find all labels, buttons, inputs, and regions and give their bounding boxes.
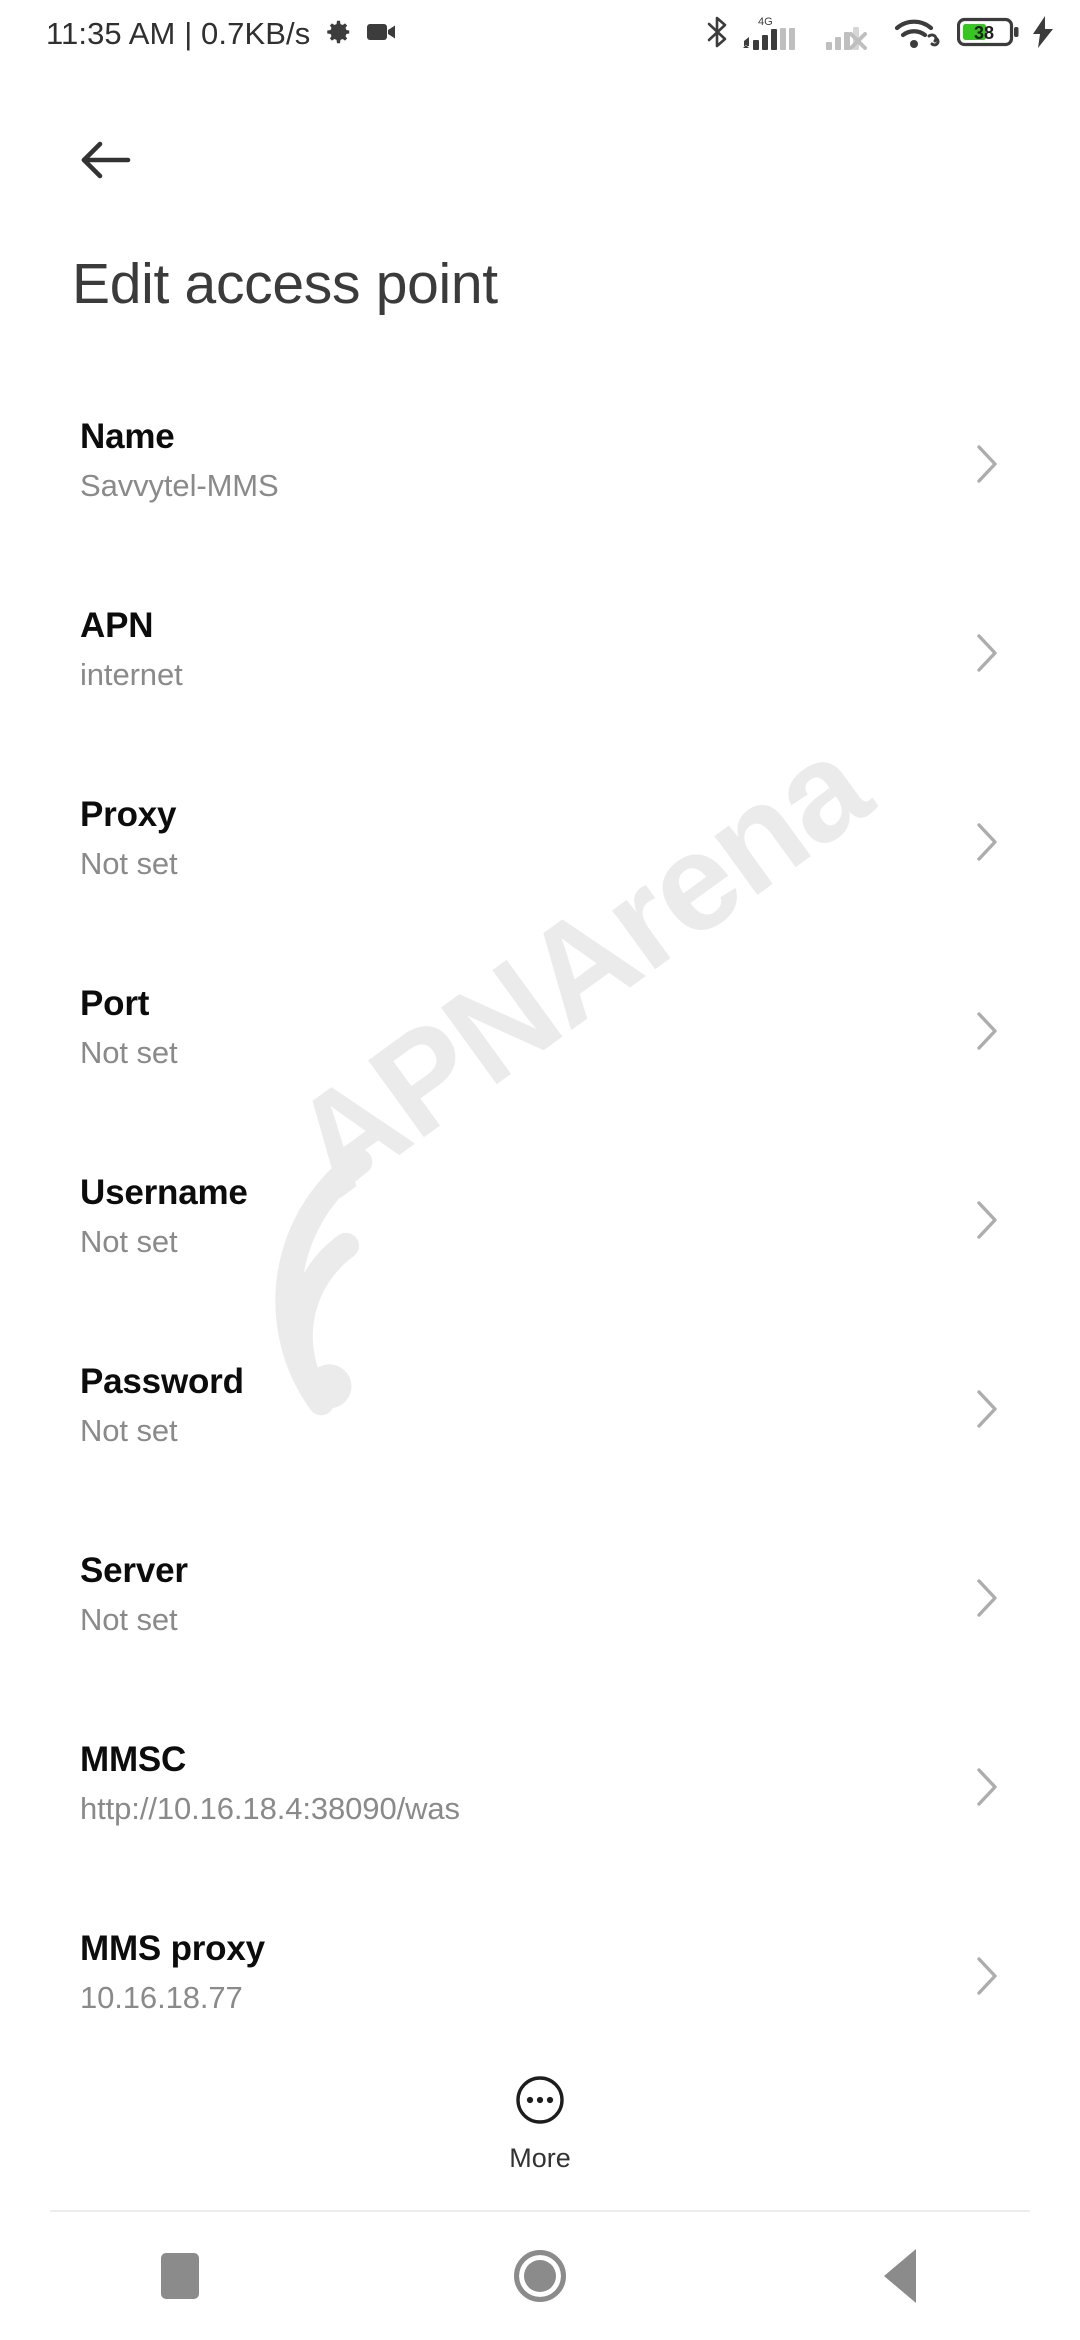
chevron-right-icon <box>974 1009 1000 1058</box>
list-item-value: 10.16.18.77 <box>80 1979 243 2015</box>
arrow-left-icon <box>78 138 134 187</box>
nav-back-button[interactable] <box>810 2212 990 2340</box>
list-item-title: Port <box>80 984 150 1023</box>
status-bar-right: 4G 38 <box>705 14 1054 55</box>
list-item-value: http://10.16.18.4:38090/was <box>80 1790 460 1826</box>
back-button[interactable] <box>62 118 150 206</box>
more-label: More <box>509 2143 571 2173</box>
signal-4g-icon: 4G <box>742 14 812 55</box>
more-button[interactable]: More <box>509 2074 571 2174</box>
list-item[interactable]: APN internet <box>0 589 1080 778</box>
list-item-title: Name <box>80 417 175 456</box>
list-item-title: Username <box>80 1173 248 1212</box>
list-item-value: Not set <box>80 1034 178 1070</box>
nav-home-button[interactable] <box>450 2212 630 2340</box>
signal-no-service-icon <box>825 14 881 55</box>
list-item-value: Not set <box>80 1223 178 1259</box>
app-bar <box>0 118 1080 214</box>
android-navigation-bar <box>0 2212 1080 2340</box>
list-item[interactable]: Server Not set <box>0 1534 1080 1723</box>
svg-text:4G: 4G <box>758 16 773 28</box>
bluetooth-icon <box>705 15 729 54</box>
chevron-right-icon <box>974 820 1000 869</box>
charging-bolt-icon <box>1032 15 1054 53</box>
recents-square-icon <box>161 2253 199 2299</box>
home-circle-icon <box>514 2250 566 2302</box>
list-item-title: Proxy <box>80 795 177 834</box>
status-bar: 11:35 AM | 0.7KB/s 4G 38 <box>0 0 1080 68</box>
chevron-right-icon <box>974 1387 1000 1436</box>
more-circle-icon <box>514 2074 566 2131</box>
list-item-title: APN <box>80 606 154 645</box>
wifi-icon <box>894 14 944 55</box>
chevron-right-icon <box>974 1198 1000 1247</box>
list-item-title: MMS proxy <box>80 1929 265 1968</box>
list-item-value: internet <box>80 656 183 692</box>
svg-text:38: 38 <box>974 23 994 43</box>
list-item-title: MMSC <box>80 1740 187 1779</box>
chevron-right-icon <box>974 1954 1000 2003</box>
list-item[interactable]: Proxy Not set <box>0 778 1080 967</box>
status-bar-left: 11:35 AM | 0.7KB/s <box>46 16 398 52</box>
phone-screen: 11:35 AM | 0.7KB/s 4G 38 APNArena Edit a… <box>0 0 1080 2340</box>
chevron-right-icon <box>974 442 1000 491</box>
list-item-title: Password <box>80 1362 244 1401</box>
list-item-title: Server <box>80 1551 188 1590</box>
list-item[interactable]: Username Not set <box>0 1156 1080 1345</box>
chevron-right-icon <box>974 1765 1000 1814</box>
battery-icon: 38 <box>956 16 1019 53</box>
list-item[interactable]: Port Not set <box>0 967 1080 1156</box>
list-item[interactable]: Password Not set <box>0 1345 1080 1534</box>
status-clock: 11:35 AM | 0.7KB/s <box>46 16 311 51</box>
video-camera-icon <box>366 20 398 49</box>
chevron-right-icon <box>974 1576 1000 1625</box>
access-point-fields-list: Name Savvytel-MMS APN internet Proxy Not… <box>0 400 1080 2101</box>
list-item-value: Savvytel-MMS <box>80 467 279 503</box>
list-item-value: Not set <box>80 1412 178 1448</box>
nav-recents-button[interactable] <box>90 2212 270 2340</box>
gear-icon <box>323 17 353 52</box>
chevron-right-icon <box>974 631 1000 680</box>
back-triangle-icon <box>884 2249 916 2303</box>
list-item[interactable]: Name Savvytel-MMS <box>0 400 1080 589</box>
list-item-value: Not set <box>80 845 178 881</box>
list-item[interactable]: MMSC http://10.16.18.4:38090/was <box>0 1723 1080 1912</box>
page-title: Edit access point <box>72 252 498 316</box>
more-footer: More <box>0 2050 1080 2210</box>
list-item-value: Not set <box>80 1601 178 1637</box>
